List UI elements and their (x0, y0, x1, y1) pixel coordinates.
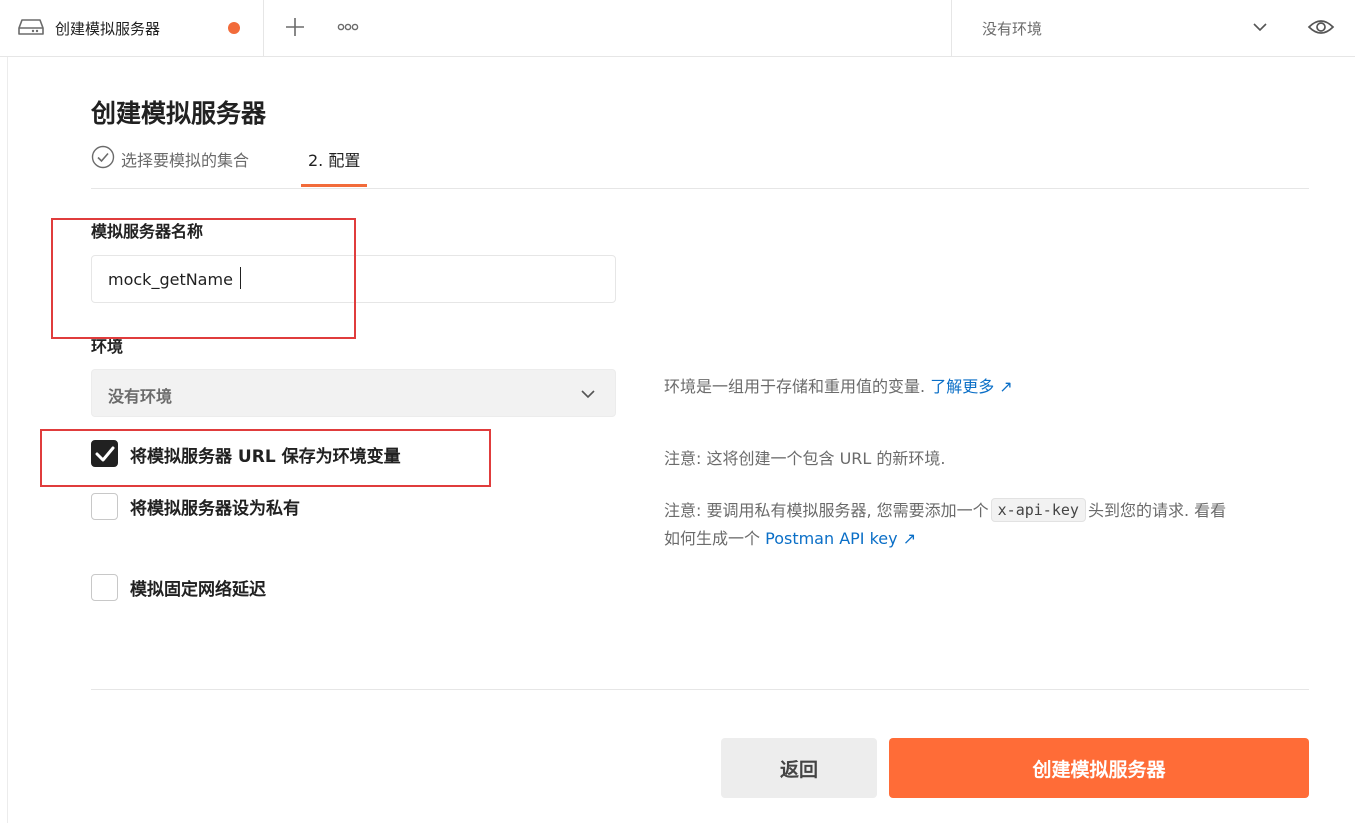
check-circle-icon (91, 145, 115, 169)
private-note-text-2: 头到您的请求. 看看 (1087, 501, 1227, 520)
save-url-note: 注意: 这将创建一个包含 URL 的新环境. (664, 449, 946, 468)
steps-divider (91, 188, 1309, 189)
environment-help: 环境是一组用于存储和重用值的变量. 了解更多 ↗ (664, 373, 1013, 397)
new-tab-button[interactable] (280, 12, 310, 42)
footer-divider (91, 689, 1309, 690)
private-checkbox[interactable] (91, 493, 118, 520)
private-note: 注意: 要调用私有模拟服务器, 您需要添加一个 x-api-key 头到您的请求. … (664, 497, 1226, 523)
step-label: 2. 配置 (308, 151, 361, 170)
step-configure[interactable]: 2. 配置 (301, 145, 367, 187)
learn-more-link[interactable]: 了解更多 ↗ (930, 377, 1013, 396)
learn-more-link-label: 了解更多 (930, 377, 995, 396)
active-step-indicator (301, 184, 367, 187)
plus-icon (286, 18, 304, 36)
tab-create-mock-server[interactable]: 创建模拟服务器 (0, 0, 264, 57)
chevron-down-icon (581, 390, 595, 399)
api-key-header-code: x-api-key (990, 498, 1086, 522)
private-note-line2: 如何生成一个 Postman API key ↗ (664, 525, 916, 549)
private-label[interactable]: 将模拟服务器设为私有 (130, 494, 300, 519)
unsaved-indicator (228, 22, 240, 34)
step-label: 选择要模拟的集合 (121, 151, 250, 170)
create-mock-server-button[interactable]: 创建模拟服务器 (889, 738, 1309, 798)
environment-quicklook-button[interactable] (1306, 14, 1336, 40)
eye-icon (1307, 20, 1335, 34)
chevron-down-icon (1253, 23, 1267, 32)
environment-dropdown-value: 没有环境 (108, 387, 173, 406)
environment-help-text: 环境是一组用于存储和重用值的变量. (664, 377, 926, 396)
environment-selector[interactable]: 没有环境 (951, 0, 1281, 57)
environment-selector-label: 没有环境 (982, 20, 1043, 38)
postman-api-key-link-label: Postman API key (765, 529, 898, 548)
back-button[interactable]: 返回 (721, 738, 877, 798)
network-delay-checkbox[interactable] (91, 574, 118, 601)
mock-server-icon (18, 17, 44, 37)
annotation-box-name (51, 218, 356, 339)
private-note-text-3: 如何生成一个 (664, 529, 761, 548)
network-delay-label[interactable]: 模拟固定网络延迟 (130, 575, 266, 600)
external-link-icon: ↗ (902, 529, 917, 548)
external-link-icon: ↗ (999, 377, 1013, 396)
annotation-box-save-url (40, 429, 491, 487)
tab-title: 创建模拟服务器 (55, 20, 161, 38)
environment-dropdown[interactable]: 没有环境 (91, 369, 616, 417)
private-note-text: 注意: 要调用私有模拟服务器, 您需要添加一个 (664, 501, 989, 520)
left-border (7, 57, 8, 823)
page-title: 创建模拟服务器 (91, 99, 267, 128)
more-horizontal-icon (337, 23, 359, 31)
postman-api-key-link[interactable]: Postman API key ↗ (765, 529, 916, 548)
more-tabs-button[interactable] (333, 12, 363, 42)
create-mock-server-page: 创建模拟服务器 没有环境 创建模拟服务器 选择要模拟的集合 2. 配置 模拟服务… (0, 0, 1355, 823)
tab-bar: 创建模拟服务器 没有环境 (0, 0, 1355, 57)
